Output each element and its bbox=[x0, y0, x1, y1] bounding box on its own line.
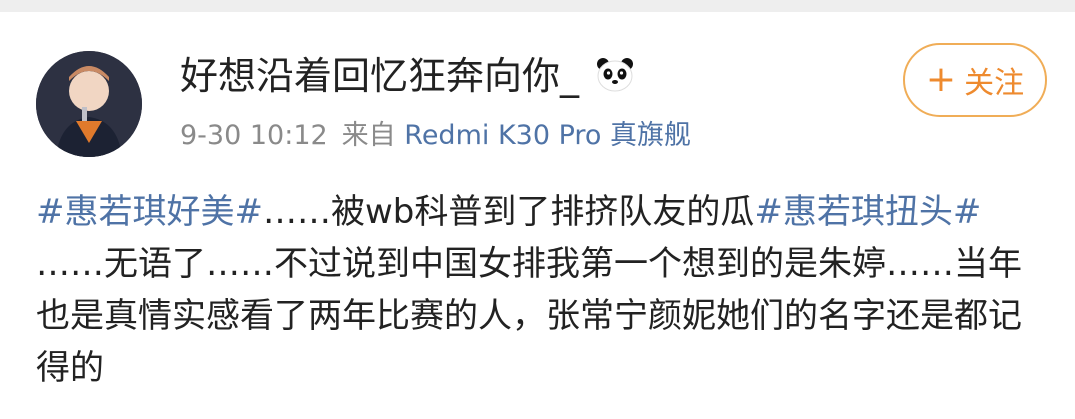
post-text: ……被wb科普到了排挤队友的瓜 bbox=[262, 192, 755, 232]
username-text: 好想沿着回忆狂奔向你_ bbox=[180, 54, 580, 98]
username[interactable]: 好想沿着回忆狂奔向你_ bbox=[180, 54, 635, 101]
hashtag-link[interactable]: #惠若琪扭头# bbox=[754, 192, 981, 232]
top-divider bbox=[0, 0, 1075, 12]
follow-button[interactable]: + 关注 bbox=[903, 43, 1047, 117]
source-device[interactable]: Redmi K30 Pro 真旗舰 bbox=[404, 120, 691, 151]
post-time: 9-30 10:12 bbox=[180, 120, 328, 151]
post-text: ……无语了……不过说到中国女排我第一个想到的是朱婷……当年也是真情实感看了两年比… bbox=[36, 244, 1022, 388]
post-meta: 9-30 10:12 来自 Redmi K30 Pro 真旗舰 bbox=[180, 118, 691, 154]
panda-icon bbox=[595, 56, 635, 101]
follow-label: 关注 bbox=[964, 66, 1025, 101]
avatar[interactable] bbox=[36, 51, 142, 157]
hashtag-link[interactable]: #惠若琪好美# bbox=[36, 192, 263, 232]
plus-icon: + bbox=[925, 59, 957, 100]
post-content: #惠若琪好美#……被wb科普到了排挤队友的瓜#惠若琪扭头# ……无语了……不过说… bbox=[36, 186, 1046, 394]
avatar-photo bbox=[36, 51, 142, 157]
source-prefix: 来自 bbox=[341, 120, 396, 151]
